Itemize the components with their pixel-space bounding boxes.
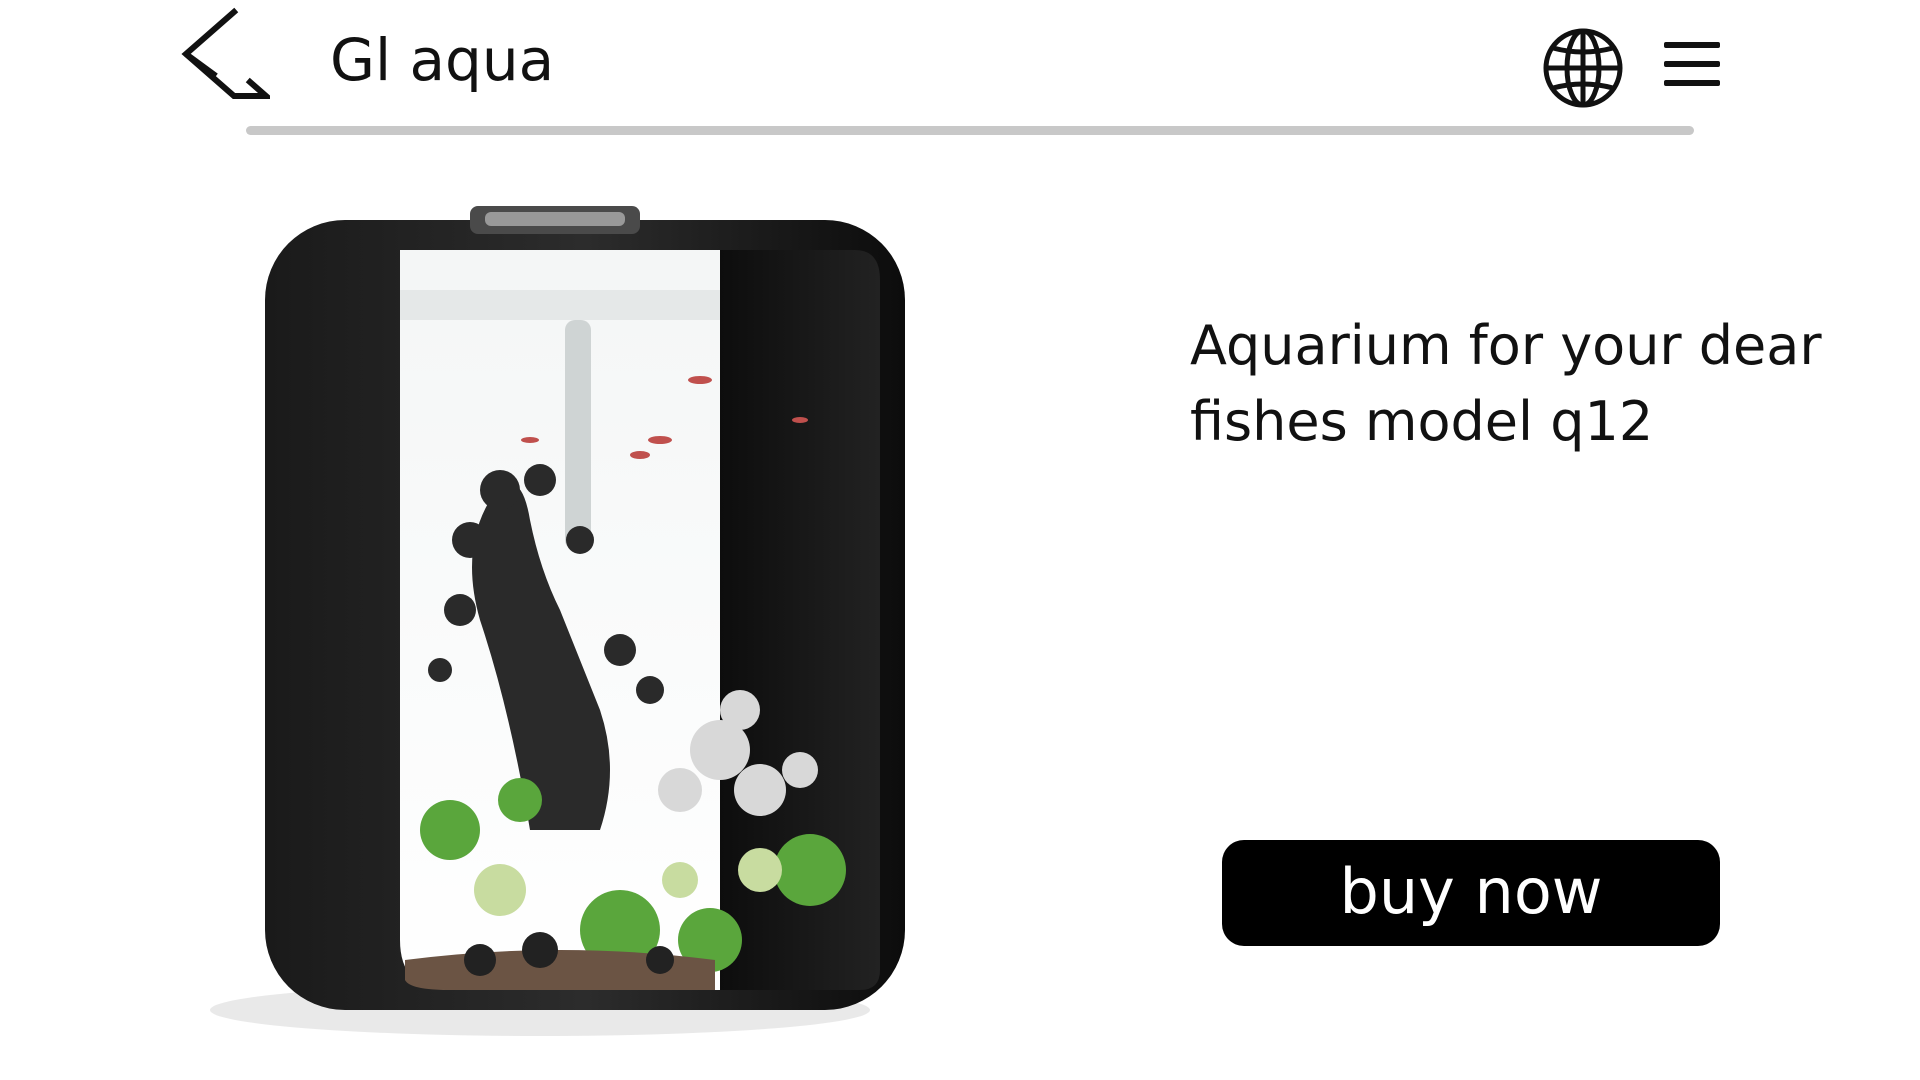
product-image bbox=[60, 190, 960, 1050]
menu-button[interactable] bbox=[1662, 34, 1722, 94]
header-divider bbox=[246, 126, 1694, 135]
buy-now-button[interactable]: buy now bbox=[1222, 840, 1720, 946]
buy-now-label: buy now bbox=[1339, 854, 1603, 928]
brand-name: Gl aqua bbox=[330, 26, 555, 94]
aquarium-image bbox=[210, 206, 905, 1036]
back-arrow-icon bbox=[181, 7, 274, 99]
product-title: Aquarium for your dear fishes model q12 bbox=[1190, 314, 1822, 453]
language-button[interactable] bbox=[1541, 26, 1625, 110]
product-page: Gl aqua Aquarium for your dear fishes mo… bbox=[0, 0, 1920, 1080]
back-button[interactable] bbox=[180, 6, 274, 102]
globe-icon bbox=[1543, 28, 1623, 108]
hamburger-menu-icon bbox=[1664, 42, 1720, 86]
